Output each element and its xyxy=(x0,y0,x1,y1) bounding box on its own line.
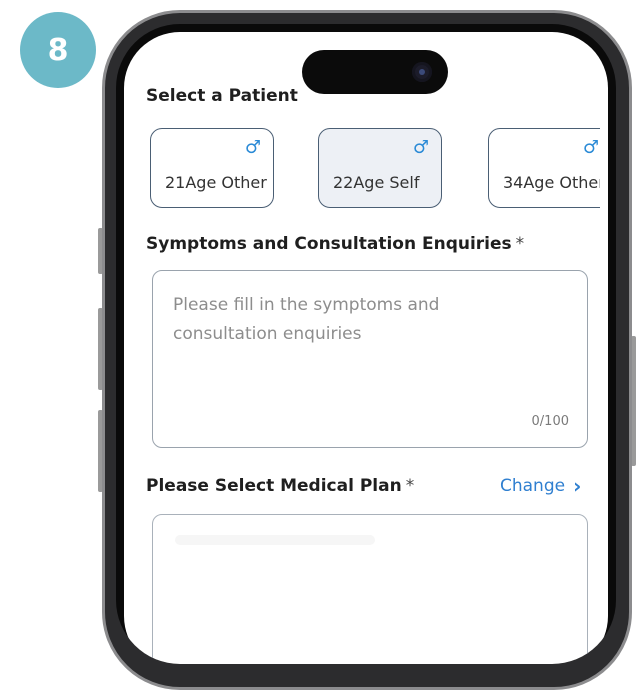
change-plan-link[interactable]: Change › xyxy=(500,476,581,496)
phone-screen: Select a Patient ♂ 21Age Other ♂ 22Age S… xyxy=(116,24,616,664)
dynamic-island xyxy=(302,50,448,94)
character-counter: 0/100 xyxy=(531,414,569,429)
patient-section-title: Select a Patient xyxy=(146,86,298,106)
patient-selector: ♂ 21Age Other ♂ 22Age Self ♂ 34Age Other xyxy=(150,128,600,212)
patient-card-label: 34Age Other xyxy=(503,173,600,192)
patient-section-title-text: Select a Patient xyxy=(146,86,298,106)
symptoms-textarea[interactable]: Please fill in the symptoms and consulta… xyxy=(152,270,588,448)
medical-plan-title-text: Please Select Medical Plan xyxy=(146,476,402,496)
male-icon: ♂ xyxy=(244,137,261,158)
patient-card-21-other[interactable]: ♂ 21Age Other xyxy=(150,128,274,208)
required-mark: * xyxy=(515,234,525,254)
front-camera-icon xyxy=(412,62,432,82)
patient-card-label: 22Age Self xyxy=(333,173,420,192)
change-plan-label: Change xyxy=(500,476,566,496)
medical-plan-box[interactable] xyxy=(152,514,588,664)
plan-placeholder-line xyxy=(175,535,375,545)
step-number-badge: 8 xyxy=(20,12,96,88)
symptoms-section-title: Symptoms and Consultation Enquiries * xyxy=(146,234,524,254)
chevron-right-icon: › xyxy=(573,474,582,498)
patient-card-34-other[interactable]: ♂ 34Age Other xyxy=(488,128,600,208)
medical-plan-section-title: Please Select Medical Plan * xyxy=(146,476,414,496)
patient-card-label: 21Age Other xyxy=(165,173,267,192)
app-screen: Select a Patient ♂ 21Age Other ♂ 22Age S… xyxy=(124,32,608,664)
patient-card-22-self[interactable]: ♂ 22Age Self xyxy=(318,128,442,208)
symptoms-title-text: Symptoms and Consultation Enquiries xyxy=(146,234,512,254)
male-icon: ♂ xyxy=(582,137,599,158)
required-mark: * xyxy=(405,476,415,496)
symptoms-placeholder: Please fill in the symptoms and consulta… xyxy=(173,295,440,344)
male-icon: ♂ xyxy=(412,137,429,158)
